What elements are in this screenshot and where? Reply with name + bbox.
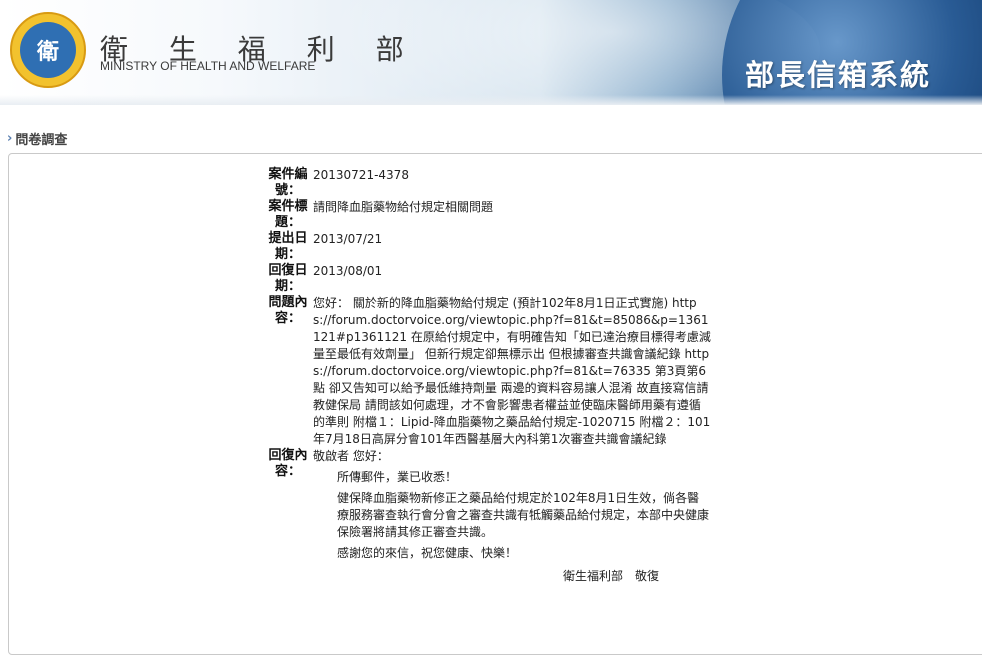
logo-emblem: 衛 [20, 22, 76, 78]
answer-greeting: 敬啟者 您好： [313, 449, 389, 463]
answer-line-3: 感謝您的來信，祝您健康、快樂！ [337, 546, 518, 560]
table-row: 提出日期： 2013/07/21 [263, 231, 711, 263]
org-name-en: MINISTRY OF HEALTH AND WELFARE [100, 59, 316, 73]
subject-label: 案件標題： [268, 199, 308, 230]
answer-content: 敬啟者 您好： 所傳郵件，業已收悉！ 健保降血脂藥物新修正之藥品給付規定於102… [313, 448, 711, 585]
case-no-label: 案件編號： [268, 167, 308, 198]
chevron-right-icon: › [7, 130, 13, 146]
answer-line-1: 所傳郵件，業已收悉！ [337, 470, 458, 484]
ministry-logo-icon[interactable]: 衛 [10, 12, 86, 88]
reply-date-value: 2013/08/01 [313, 264, 383, 278]
reply-date-label: 回復日期： [268, 263, 308, 294]
submit-date-value: 2013/07/21 [313, 232, 383, 246]
header-bottom-band [0, 95, 982, 105]
case-no-value: 20130721-4378 [313, 168, 409, 182]
question-label: 問題內容： [268, 295, 308, 326]
section-heading: › 問卷調查 [0, 124, 982, 152]
section-title: 問卷調查 [15, 132, 68, 148]
table-row: 回復日期： 2013/08/01 [263, 263, 711, 295]
submit-date-label: 提出日期： [268, 231, 308, 262]
site-header: 衛 衛 生 福 利 部 MINISTRY OF HEALTH AND WELFA… [0, 0, 982, 105]
table-row: 問題內容： 您好： 關於新的降血脂藥物給付規定 (預計102年8月1日正式實施)… [263, 295, 711, 448]
case-detail-table: 案件編號： 20130721-4378 案件標題： 請問降血脂藥物給付規定相關問… [263, 167, 711, 585]
question-content: 您好： 關於新的降血脂藥物給付規定 (預計102年8月1日正式實施) https… [313, 296, 711, 446]
answer-label: 回復內容： [268, 448, 308, 479]
table-row: 案件編號： 20130721-4378 [263, 167, 711, 199]
table-row: 案件標題： 請問降血脂藥物給付規定相關問題 [263, 199, 711, 231]
system-title: 部長信箱系統 [745, 58, 932, 92]
table-row: 回復內容： 敬啟者 您好： 所傳郵件，業已收悉！ 健保降血脂藥物新修正之藥品給付… [263, 448, 711, 585]
answer-line-2: 健保降血脂藥物新修正之藥品給付規定於102年8月1日生效，倘各醫療服務審查執行會… [337, 491, 710, 539]
subject-value: 請問降血脂藥物給付規定相關問題 [313, 200, 494, 214]
answer-signature: 衛生福利部 敬復 [562, 569, 659, 583]
